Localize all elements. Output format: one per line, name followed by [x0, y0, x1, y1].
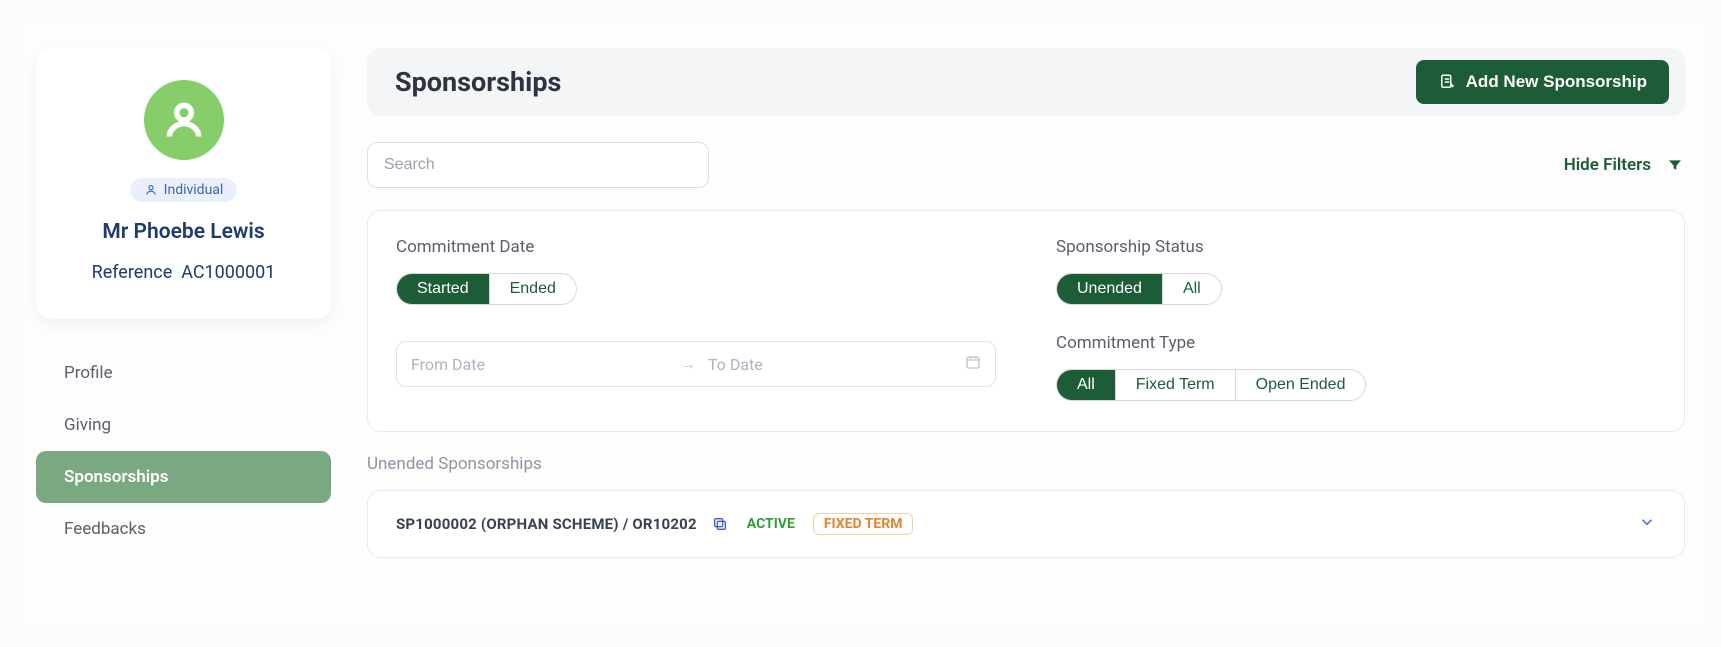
- sidebar-nav: Profile Giving Sponsorships Feedbacks: [36, 347, 331, 555]
- type-all[interactable]: All: [1057, 370, 1115, 400]
- account-type-badge: Individual: [130, 178, 238, 202]
- sponsorship-title: SP1000002 (ORPHAN SCHEME) / OR10202: [396, 515, 697, 533]
- from-date-placeholder: From Date: [411, 355, 668, 374]
- profile-name: Mr Phoebe Lewis: [56, 220, 311, 244]
- account-type-label: Individual: [164, 182, 224, 198]
- copy-icon[interactable]: [711, 515, 729, 533]
- calendar-icon: [965, 354, 981, 374]
- commitment-date-label: Commitment Date: [396, 237, 996, 257]
- commitment-date-ended[interactable]: Ended: [489, 274, 576, 304]
- sponsorship-status-label: Sponsorship Status: [1056, 237, 1656, 257]
- hide-filters-toggle[interactable]: Hide Filters: [1564, 155, 1685, 175]
- commitment-date-toggle: Started Ended: [396, 273, 577, 305]
- add-sponsorship-button[interactable]: Add New Sponsorship: [1416, 60, 1669, 104]
- type-open-ended[interactable]: Open Ended: [1235, 370, 1366, 400]
- avatar: [144, 80, 224, 160]
- commitment-type-toggle: All Fixed Term Open Ended: [1056, 369, 1366, 401]
- person-icon: [144, 183, 158, 197]
- filter-icon: [1665, 155, 1685, 175]
- page-header: Sponsorships Add New Sponsorship: [367, 48, 1685, 116]
- list-section-label: Unended Sponsorships: [367, 454, 1685, 474]
- arrow-right-icon: →: [668, 354, 708, 374]
- term-badge: FIXED TERM: [813, 513, 914, 535]
- date-range-picker[interactable]: From Date → To Date: [396, 341, 996, 387]
- nav-item-profile[interactable]: Profile: [36, 347, 331, 399]
- document-add-icon: [1438, 73, 1456, 91]
- status-unended[interactable]: Unended: [1057, 274, 1162, 304]
- chevron-down-icon[interactable]: [1638, 513, 1656, 535]
- status-all[interactable]: All: [1162, 274, 1221, 304]
- nav-item-giving[interactable]: Giving: [36, 399, 331, 451]
- nav-item-sponsorships[interactable]: Sponsorships: [36, 451, 331, 503]
- type-fixed-term[interactable]: Fixed Term: [1115, 370, 1235, 400]
- profile-card: Individual Mr Phoebe Lewis Reference AC1…: [36, 48, 331, 319]
- filter-panel: Commitment Date Started Ended From Date …: [367, 210, 1685, 432]
- nav-item-feedbacks[interactable]: Feedbacks: [36, 503, 331, 555]
- profile-reference: Reference AC1000001: [56, 262, 311, 283]
- person-icon: [162, 98, 206, 142]
- status-badge: ACTIVE: [743, 514, 799, 534]
- commitment-date-started[interactable]: Started: [397, 274, 489, 304]
- to-date-placeholder: To Date: [708, 355, 965, 374]
- page-title: Sponsorships: [395, 66, 561, 98]
- sponsorship-list-item[interactable]: SP1000002 (ORPHAN SCHEME) / OR10202 ACTI…: [367, 490, 1685, 558]
- search-input[interactable]: [367, 142, 709, 188]
- commitment-type-label: Commitment Type: [1056, 333, 1656, 353]
- sponsorship-status-toggle: Unended All: [1056, 273, 1222, 305]
